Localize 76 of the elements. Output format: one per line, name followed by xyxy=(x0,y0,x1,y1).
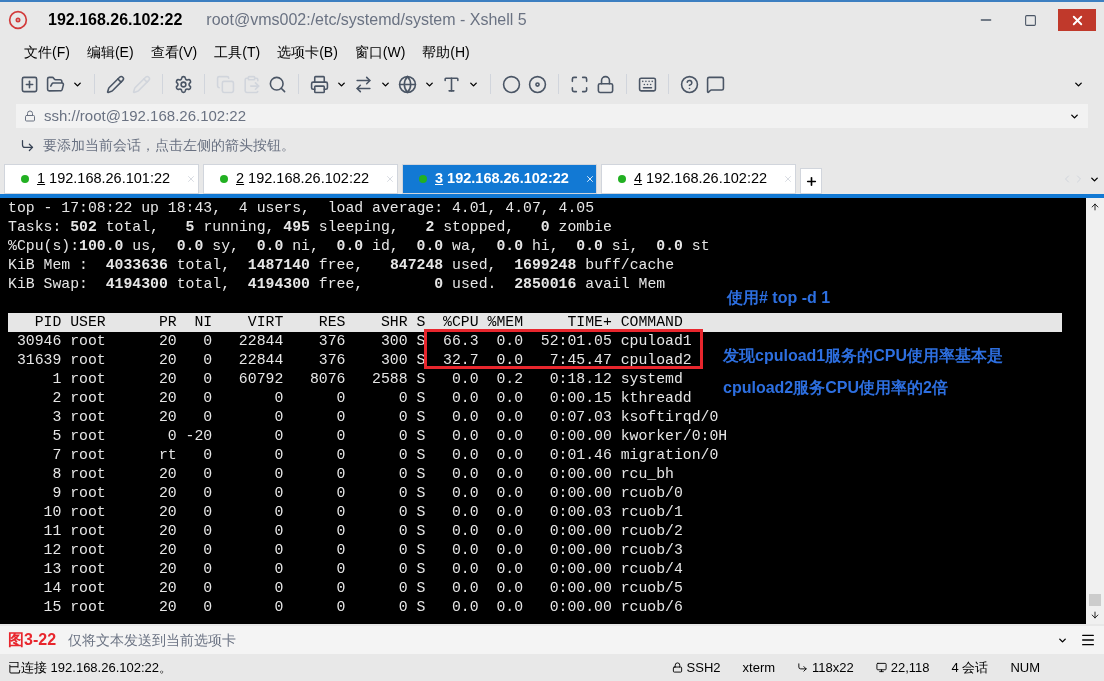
input-bar[interactable]: 图3-22 仅将文本发送到当前选项卡 xyxy=(0,626,1104,654)
menu-item[interactable]: 帮助(H) xyxy=(422,41,470,63)
new-session-icon[interactable] xyxy=(20,74,39,94)
process-row-text: 2 root 20 0 0 0 0 S 0.0 0.0 0:00.15 kthreadd xyxy=(51,389,692,408)
menu-item[interactable]: 查看(V) xyxy=(150,41,198,63)
globe-icon[interactable] xyxy=(398,74,417,94)
chat-icon[interactable] xyxy=(706,74,725,94)
new-tab-button[interactable] xyxy=(800,168,822,194)
settings-icon[interactable] xyxy=(174,74,193,94)
terminal-line: Tasks: 502 total, 5 running, 495 sleeping, 2 stopped, 0 zombie xyxy=(8,218,612,237)
arrow-icon[interactable] xyxy=(20,137,35,153)
session-tab[interactable]: 3 192.168.26.102:22 xyxy=(402,164,597,194)
help-icon[interactable] xyxy=(680,74,699,94)
printer-icon[interactable] xyxy=(310,74,329,94)
lock-icon xyxy=(24,110,36,122)
status-item: 22,118 xyxy=(890,658,930,677)
lock-icon[interactable] xyxy=(596,74,615,94)
status-item: 118x22 xyxy=(812,658,854,677)
pencil-icon[interactable] xyxy=(106,74,125,94)
menu-item[interactable]: 选项卡(B) xyxy=(277,41,338,63)
search-icon[interactable] xyxy=(268,74,287,94)
address-field[interactable]: ssh://root@192.168.26.102:22 xyxy=(16,104,1088,128)
process-row-text: 3 root 20 0 0 0 0 S 0.0 0.0 0:07.03 ksoftirqd/0 xyxy=(51,408,719,427)
window-subtitle: root@vms002:/etc/systemd/system - Xshell 5 xyxy=(206,10,527,30)
hint-text: 要添加当前会话，点击左侧的箭头按钮。 xyxy=(43,135,295,155)
disc-icon[interactable] xyxy=(528,74,547,94)
folder-icon[interactable] xyxy=(46,74,65,94)
session-tab[interactable]: 1 192.168.26.101:22 xyxy=(4,164,199,194)
status-item: NUM xyxy=(1010,658,1040,677)
status-item: xterm xyxy=(742,658,776,677)
scrollbar[interactable] xyxy=(1086,198,1104,624)
status-item: SSH2 xyxy=(686,658,721,677)
close-button[interactable] xyxy=(1058,9,1096,31)
table-header: PID USER PR NI VIRT RES SHR S %CPU %MEM TIME+ COMMAND xyxy=(8,313,1062,332)
menu-item[interactable]: 编辑(E) xyxy=(86,41,134,63)
process-row-text: 8 root 20 0 0 0 0 S 0.0 0.0 0:00.00 rcu_bh xyxy=(51,465,674,484)
process-row-text: 1 root 20 0 60792 8076 2588 S 0.0 0.2 0:18.12 systemd xyxy=(51,370,683,389)
maximize-icon[interactable] xyxy=(1023,13,1037,27)
figure-label: 图3-22 xyxy=(8,630,57,650)
font-icon[interactable] xyxy=(442,74,461,94)
terminal-line: %Cpu(s):100.0 us, 0.0 sy, 0.0 ni, 0.0 id, 0.0 wa, 0.0 hi, 0.0 si, 0.0 st xyxy=(8,237,710,256)
process-row-text: 11 root 20 0 0 0 0 S 0.0 0.0 0:00.00 rcuob/2 xyxy=(42,522,683,541)
process-row-text: 14 root 20 0 0 0 0 S 0.0 0.0 0:00.00 rcuob/5 xyxy=(42,579,683,598)
close-icon[interactable] xyxy=(584,174,595,184)
app-logo-icon xyxy=(8,10,28,30)
process-row-text: 13 root 20 0 0 0 0 S 0.0 0.0 0:00.00 rcuob/4 xyxy=(42,560,683,579)
session-tab[interactable]: 2 192.168.26.102:22 xyxy=(203,164,398,194)
process-row-text: 12 root 20 0 0 0 0 S 0.0 0.0 0:00.00 rcuob/3 xyxy=(42,541,683,560)
process-row-text: 5 root 0 -20 0 0 0 S 0.0 0.0 0:00.00 kworker/0:0H xyxy=(51,427,728,446)
process-row-text: 10 root 20 0 0 0 0 S 0.0 0.0 0:00.03 rcuob/1 xyxy=(42,503,683,522)
terminal-line: KiB Mem : 4033636 total, 1487140 free, 847248 used, 1699248 buff/cache xyxy=(8,256,675,275)
terminal-line: top - 17:08:22 up 18:43, 4 users, load average: 4.01, 4.07, 4.05 xyxy=(8,199,595,218)
input-field[interactable]: 仅将文本发送到当前选项卡 xyxy=(68,629,1045,651)
fullscreen-icon[interactable] xyxy=(570,74,589,94)
scroll-thumb[interactable] xyxy=(1089,594,1101,606)
window-title: 192.168.26.102:22 xyxy=(48,10,183,30)
status-item: 4 会话 xyxy=(951,658,989,677)
menu-item[interactable]: 文件(F) xyxy=(24,41,70,63)
menu-item[interactable]: 窗口(W) xyxy=(354,41,406,63)
annotation: 发现cpuload1服务的CPU使用率基本是 xyxy=(723,346,1003,365)
terminal-line: KiB Swap: 4194300 total, 4194300 free, 0 used. 2850016 avail Mem xyxy=(8,275,666,294)
process-row-text: 15 root 20 0 0 0 0 S 0.0 0.0 0:00.00 rcuob/6 xyxy=(42,598,683,617)
annotation: cpuload2服务CPU使用率的2倍 xyxy=(723,378,948,397)
scroll-up-icon[interactable] xyxy=(1090,202,1100,212)
annotation: 使用# top -d 1 xyxy=(727,288,831,307)
menu-item[interactable]: 工具(T) xyxy=(214,41,261,63)
process-row-text: 9 root 20 0 0 0 0 S 0.0 0.0 0:00.00 rcuob/0 xyxy=(51,484,683,503)
keyboard-icon[interactable] xyxy=(638,74,657,94)
session-tab[interactable]: 4 192.168.26.102:22 xyxy=(601,164,796,194)
lock-icon xyxy=(671,662,683,673)
connection-status: 已连接 192.168.26.102:22。 xyxy=(8,658,173,677)
scroll-down-icon[interactable] xyxy=(1090,610,1100,620)
menu-icon[interactable] xyxy=(1080,632,1096,648)
plus-icon[interactable] xyxy=(804,174,818,188)
process-row-text: 7 root rt 0 0 0 0 S 0.0 0.0 0:01.46 migration/0 xyxy=(51,446,719,465)
transfer-icon[interactable] xyxy=(354,74,373,94)
